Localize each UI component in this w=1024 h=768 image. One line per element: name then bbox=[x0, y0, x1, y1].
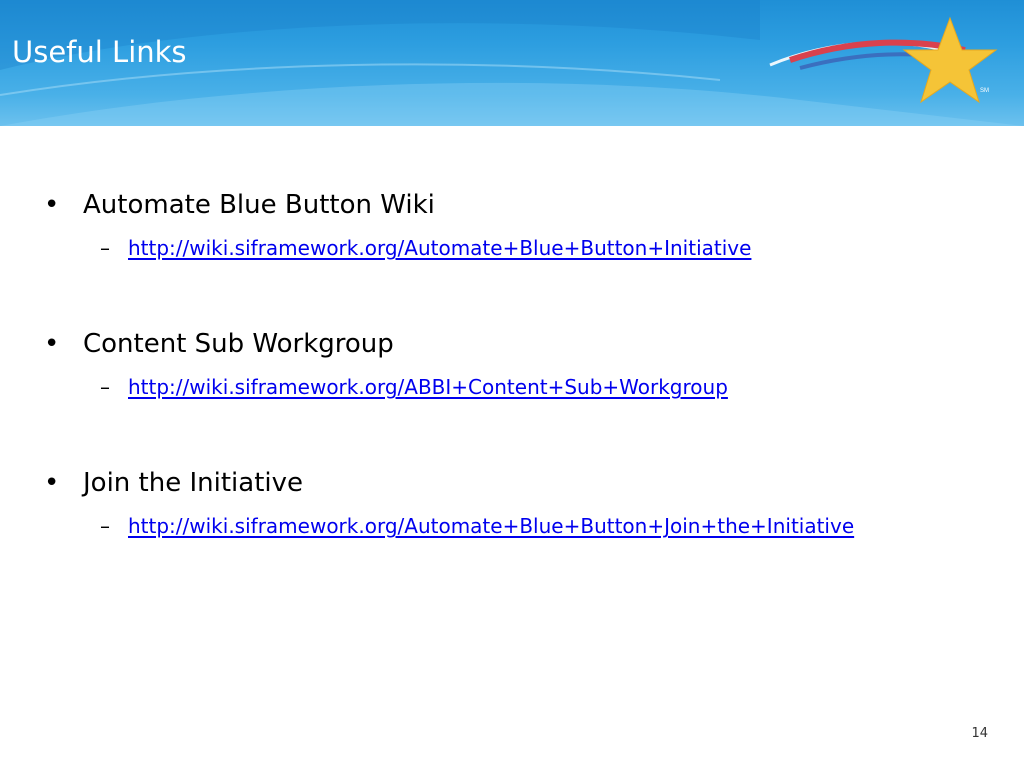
sub-bullet: – http://wiki.siframework.org/Automate+Bl… bbox=[100, 238, 751, 258]
bullet-icon: • bbox=[44, 329, 60, 359]
slide: Useful Links SM • Automate Blue Button Wi… bbox=[0, 0, 1024, 768]
bullet-heading: • Join the Initiative bbox=[44, 470, 303, 496]
dash-icon: – bbox=[100, 375, 110, 399]
dash-icon: – bbox=[100, 236, 110, 260]
bullet-icon: • bbox=[44, 190, 60, 220]
sub-bullet: – http://wiki.siframework.org/ABBI+Conten… bbox=[100, 377, 728, 397]
bullet-heading: • Automate Blue Button Wiki bbox=[44, 192, 435, 218]
sub-bullet: – http://wiki.siframework.org/Automate+Bl… bbox=[100, 516, 854, 536]
heading-text: Join the Initiative bbox=[83, 468, 303, 498]
bullet-icon: • bbox=[44, 468, 60, 498]
content-workgroup-link[interactable]: http://wiki.siframework.org/ABBI+Content… bbox=[128, 375, 728, 399]
heading-text: Content Sub Workgroup bbox=[83, 329, 394, 359]
join-initiative-link[interactable]: http://wiki.siframework.org/Automate+Blu… bbox=[128, 514, 854, 538]
bullet-heading: • Content Sub Workgroup bbox=[44, 331, 394, 357]
dash-icon: – bbox=[100, 514, 110, 538]
slide-content: • Automate Blue Button Wiki – http://wiki.… bbox=[0, 0, 1024, 768]
page-number: 14 bbox=[971, 726, 988, 741]
wiki-link[interactable]: http://wiki.siframework.org/Automate+Blu… bbox=[128, 236, 751, 260]
heading-text: Automate Blue Button Wiki bbox=[83, 190, 435, 220]
